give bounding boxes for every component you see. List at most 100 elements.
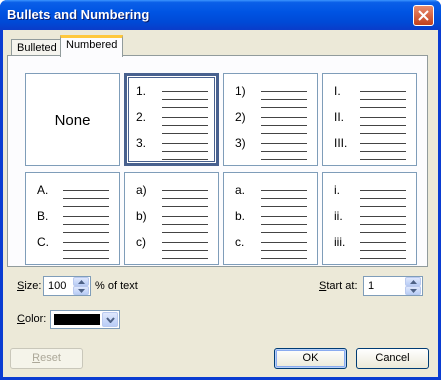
sample-text-line [261, 125, 307, 126]
list-number: i. [334, 183, 340, 197]
arrow-up-icon [78, 280, 85, 284]
sample-text-line [360, 206, 406, 207]
sample-text-line [261, 216, 307, 217]
sample-text-line [162, 143, 208, 144]
sample-text-line [261, 242, 307, 243]
sample-text-line [63, 258, 109, 259]
sample-text-line [162, 125, 208, 126]
list-number: a) [136, 183, 147, 197]
list-number: ii. [334, 209, 343, 223]
color-dropdown-button[interactable] [102, 312, 118, 327]
size-spinner[interactable]: 100 [43, 276, 91, 296]
sample-text-line [162, 190, 208, 191]
ok-button[interactable]: OK [274, 348, 347, 369]
list-number: c. [235, 235, 245, 249]
sample-text-line [360, 190, 406, 191]
sample-text-line [261, 198, 307, 199]
size-suffix: % of text [95, 280, 138, 292]
start-at-up-button[interactable] [405, 277, 421, 286]
sample-text-line [360, 117, 406, 118]
sample-text-line [261, 151, 307, 152]
size-up-button[interactable] [73, 277, 89, 286]
sample-text-line [360, 143, 406, 144]
sample-text-line [261, 159, 307, 160]
sample-text-line [63, 250, 109, 251]
sample-text-line [360, 133, 406, 134]
sample-text-line [360, 216, 406, 217]
style-option-5[interactable]: a) b) c) [124, 172, 219, 265]
list-number: C. [37, 235, 49, 249]
sample-text-line [360, 258, 406, 259]
sample-text-line [261, 224, 307, 225]
sample-text-line [360, 91, 406, 92]
list-number: A. [37, 183, 49, 197]
style-option-4[interactable]: A. B. C. [25, 172, 120, 265]
size-down-button[interactable] [73, 286, 89, 295]
sample-text-line [261, 258, 307, 259]
sample-text-line [162, 133, 208, 134]
cancel-button[interactable]: Cancel [356, 348, 429, 369]
style-option-1[interactable]: 1. 2. 3. [124, 73, 219, 166]
arrow-down-icon [410, 289, 417, 293]
list-number: b. [235, 209, 246, 223]
style-option-3[interactable]: I. II. III. [322, 73, 417, 166]
sample-text-line [63, 232, 109, 233]
sample-text-line [162, 159, 208, 160]
list-number: 3) [235, 136, 246, 150]
sample-text-line [162, 107, 208, 108]
sample-text-line [63, 216, 109, 217]
sample-text-line [63, 206, 109, 207]
sample-text-line [162, 242, 208, 243]
list-number: II. [334, 110, 345, 124]
sample-text-line [360, 159, 406, 160]
close-button[interactable] [413, 5, 434, 26]
sample-text-line [261, 143, 307, 144]
list-number: 1) [235, 84, 246, 98]
reset-button[interactable]: Reset [10, 348, 83, 369]
list-number: 2. [136, 110, 147, 124]
list-number: 3. [136, 136, 147, 150]
sample-text-line [261, 206, 307, 207]
list-number: 2) [235, 110, 246, 124]
sample-text-line [360, 99, 406, 100]
list-number: III. [334, 136, 348, 150]
style-option-6[interactable]: a. b. c. [223, 172, 318, 265]
sample-text-line [63, 198, 109, 199]
close-icon [418, 10, 429, 21]
sample-text-line [360, 151, 406, 152]
style-none-label: None [54, 112, 91, 129]
size-label: Size: [17, 280, 42, 292]
sample-text-line [360, 224, 406, 225]
sample-text-line [162, 216, 208, 217]
sample-text-line [360, 125, 406, 126]
start-at-spinner[interactable]: 1 [363, 276, 423, 296]
list-number: I. [334, 84, 341, 98]
style-option-7[interactable]: i. ii. iii. [322, 172, 417, 265]
sample-text-line [162, 206, 208, 207]
tab-numbered[interactable]: Numbered [60, 35, 124, 57]
list-number: b) [136, 209, 147, 223]
sample-text-line [360, 232, 406, 233]
sample-text-line [162, 224, 208, 225]
list-number: a. [235, 183, 246, 197]
list-number: iii. [334, 235, 346, 249]
title-bar[interactable]: Bullets and Numbering [0, 0, 441, 30]
sample-text-line [261, 250, 307, 251]
sample-text-line [261, 91, 307, 92]
list-number: 1. [136, 84, 147, 98]
sample-text-line [261, 99, 307, 100]
sample-text-line [63, 224, 109, 225]
size-value: 100 [48, 280, 67, 292]
style-option-2[interactable]: 1) 2) 3) [223, 73, 318, 166]
color-label: Color: [17, 313, 47, 325]
sample-text-line [261, 107, 307, 108]
style-option-none[interactable]: None [25, 73, 120, 166]
color-picker[interactable] [50, 310, 120, 329]
start-at-down-button[interactable] [405, 286, 421, 295]
chevron-down-icon [106, 317, 115, 323]
sample-text-line [261, 190, 307, 191]
sample-text-line [360, 198, 406, 199]
arrow-up-icon [410, 280, 417, 284]
sample-text-line [261, 232, 307, 233]
sample-text-line [63, 242, 109, 243]
